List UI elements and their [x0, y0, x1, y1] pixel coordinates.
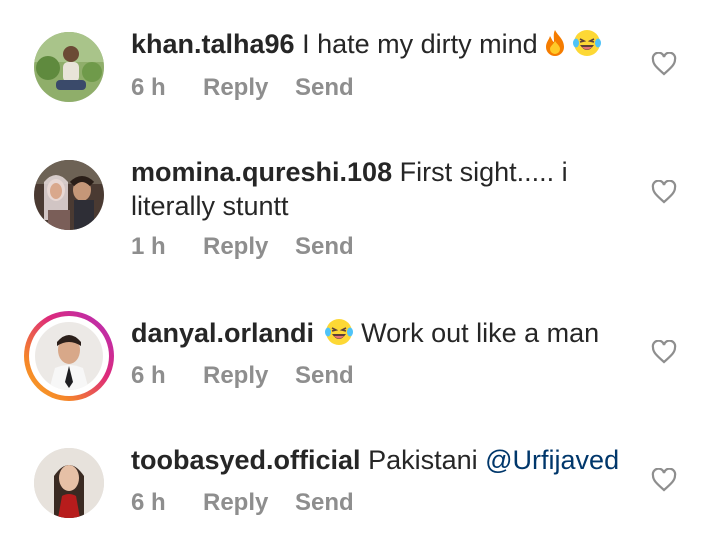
comment-text: Pakistani: [368, 445, 478, 475]
avatar: [35, 322, 103, 390]
send-button[interactable]: Send: [295, 73, 354, 103]
comment-meta: 6 h Reply Send: [131, 73, 631, 103]
avatar[interactable]: [34, 160, 104, 230]
send-button[interactable]: Send: [295, 361, 354, 391]
comment-meta: 6 h Reply Send: [131, 361, 631, 391]
comment-list: khan.talha96 I hate my dirty mind 6 h Re…: [0, 0, 720, 536]
comment-body: khan.talha96 I hate my dirty mind 6 h Re…: [131, 27, 631, 103]
mention-link[interactable]: @Urfijaved: [485, 445, 619, 475]
avatar[interactable]: [34, 448, 104, 518]
comment-username[interactable]: toobasyed.official: [131, 445, 361, 475]
comment-username[interactable]: momina.qureshi.108: [131, 157, 392, 187]
heart-outline-icon[interactable]: [651, 468, 677, 492]
comment-time: 1 h: [131, 233, 166, 260]
send-button[interactable]: Send: [295, 232, 354, 262]
reply-button[interactable]: Reply: [203, 361, 295, 391]
laughing-tears-emoji-icon: [324, 319, 353, 345]
heart-outline-icon[interactable]: [651, 340, 677, 364]
avatar-story-ring[interactable]: [24, 311, 114, 401]
reply-button[interactable]: Reply: [203, 73, 295, 103]
comment-meta: 6 h Reply Send: [131, 488, 631, 518]
comment-username[interactable]: khan.talha96: [131, 29, 295, 59]
comment-username[interactable]: danyal.orlandi: [131, 318, 314, 348]
heart-outline-icon[interactable]: [651, 180, 677, 204]
reply-button[interactable]: Reply: [203, 488, 295, 518]
comment-text: Work out like a man: [361, 318, 600, 348]
comment-body: momina.qureshi.108 First sight..... i li…: [131, 155, 631, 262]
comment-body: toobasyed.official Pakistani @Urfijaved …: [131, 443, 631, 518]
comment-body: danyal.orlandi Work out like a man 6 h R…: [131, 316, 631, 391]
send-button[interactable]: Send: [295, 488, 354, 518]
comment-time: 6 h: [131, 74, 166, 101]
avatar[interactable]: [34, 32, 104, 102]
comment-meta: 1 h Reply Send: [131, 232, 631, 262]
reply-button[interactable]: Reply: [203, 232, 295, 262]
avatar-ring-gap: [29, 316, 109, 396]
comment-time: 6 h: [131, 489, 166, 516]
comment-time: 6 h: [131, 362, 166, 389]
fire-emoji-icon: [545, 30, 564, 56]
heart-outline-icon[interactable]: [651, 52, 677, 76]
comment-text: I hate my dirty mind: [302, 29, 538, 59]
laughing-tears-emoji-icon: [572, 30, 601, 56]
